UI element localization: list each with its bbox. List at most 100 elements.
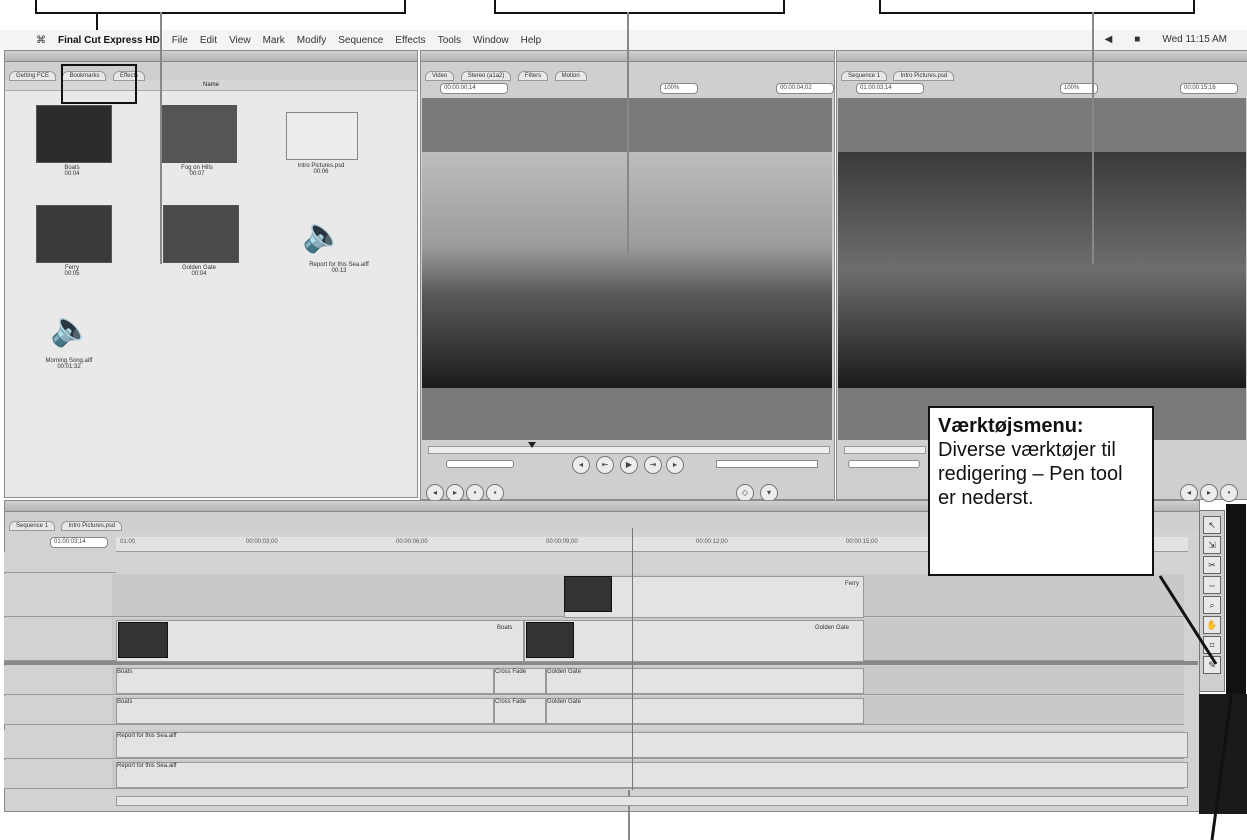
track-header-a4[interactable] xyxy=(4,760,116,789)
tool-palette-annotation: Værktøjsmenu: Diverse værktøjer til redi… xyxy=(928,406,1154,576)
selection-tool-icon[interactable]: ↖ xyxy=(1203,516,1221,534)
ruler-tick-2: 00:00:06;00 xyxy=(396,539,428,545)
display-icon[interactable]: ■ xyxy=(1134,34,1140,45)
annotation-title: Værktøjsmenu: xyxy=(938,415,1084,437)
canvas-mark-out-button[interactable]: ▸ xyxy=(1200,484,1218,502)
menu-item-effects[interactable]: Effects xyxy=(395,35,425,46)
speaker-icon[interactable]: ◀ xyxy=(1105,34,1113,45)
menu-item-view[interactable]: View xyxy=(229,35,251,46)
timeline-audio-report-a4[interactable]: Report for this Sea.aiff xyxy=(116,762,1188,788)
timeline-audio-report-a3[interactable]: Report for this Sea.aiff xyxy=(116,732,1188,758)
timeline-audio-golden-gate-a2[interactable]: Golden Gate xyxy=(546,698,864,724)
clip-thumbnail-intro-pictures[interactable] xyxy=(286,112,358,160)
track-header-v3[interactable] xyxy=(4,552,116,573)
annotation-arrows xyxy=(1158,575,1246,840)
menu-item-mark[interactable]: Mark xyxy=(263,35,285,46)
menu-item-modify[interactable]: Modify xyxy=(297,35,326,46)
tab-filters[interactable]: Filters xyxy=(517,71,549,81)
menu-item-file[interactable]: File xyxy=(172,35,188,46)
tab-intro-pictures[interactable]: Intro Pictures.psd xyxy=(893,71,955,81)
viewer-jog-control[interactable] xyxy=(716,460,818,468)
viewer-next-edit-button[interactable]: ▸ xyxy=(666,456,684,474)
clip-label-boats[interactable]: Boats 00:04 xyxy=(27,165,117,177)
track-header-a3[interactable] xyxy=(4,730,116,759)
clip-label-ferry[interactable]: Ferry 00:05 xyxy=(27,265,117,277)
viewer-play-in-out-button[interactable]: ⇤ xyxy=(596,456,614,474)
callout-line-browser-gray xyxy=(160,12,162,264)
canvas-duration-field[interactable]: 01:00:03;14 xyxy=(856,83,924,94)
tab-sequence-1[interactable]: Sequence 1 xyxy=(841,71,888,81)
tab-browser-project[interactable]: Getting FCE xyxy=(9,71,57,81)
timeline-audio-crossfade-a2[interactable]: Cross Fade xyxy=(494,698,546,724)
timeline-clip-boats[interactable]: Boats xyxy=(116,620,524,662)
menu-item-tools[interactable]: Tools xyxy=(438,35,461,46)
clip-thumbnail-fog[interactable] xyxy=(161,105,237,163)
canvas-timecode-field[interactable]: 00:00:15;16 xyxy=(1180,83,1238,94)
timeline-clip-boats-thumb xyxy=(118,622,168,658)
ruler-tick-3: 00:00:09;00 xyxy=(546,539,578,545)
viewer-prev-edit-button[interactable]: ◂ xyxy=(572,456,590,474)
timeline-audio-golden-gate-a1[interactable]: Golden Gate xyxy=(546,668,864,694)
track-header-v2[interactable] xyxy=(4,574,116,617)
clip-thumbnail-golden-gate[interactable] xyxy=(163,205,239,263)
menu-item-edit[interactable]: Edit xyxy=(200,35,217,46)
menu-item-help[interactable]: Help xyxy=(521,35,542,46)
annotation-body: Diverse værktøjer til redigering – Pen t… xyxy=(938,439,1123,509)
timeline-timecode-field[interactable]: 01:00:03;14 xyxy=(50,537,108,548)
timeline-playhead[interactable] xyxy=(632,528,633,790)
tab-timeline-intro-pictures[interactable]: Intro Pictures.psd xyxy=(61,521,123,531)
clip-label-intro-pictures[interactable]: Intro Pictures.psd 00:06 xyxy=(276,163,366,175)
menu-item-sequence[interactable]: Sequence xyxy=(338,35,383,46)
canvas-gray-band-top xyxy=(838,98,1246,152)
tab-timeline-sequence-1[interactable]: Sequence 1 xyxy=(9,521,56,531)
viewer-scrubber-bar[interactable] xyxy=(428,446,830,454)
menu-bar: ⌘ Final Cut Express HD File Edit View Ma… xyxy=(0,30,1247,50)
ruler-tick-1: 00:00:03;00 xyxy=(246,539,278,545)
timeline-audio-boats-a1[interactable]: Boats xyxy=(116,668,494,694)
audio-file-icon-morning[interactable]: 🔈 xyxy=(50,312,92,346)
audio-file-icon[interactable]: 🔈 xyxy=(302,218,344,252)
timeline-audio-crossfade-a1[interactable]: Cross Fade xyxy=(494,668,546,694)
canvas-shuttle-slider[interactable] xyxy=(848,460,920,468)
track-header-a2[interactable] xyxy=(4,696,116,725)
viewer-shuttle-slider[interactable] xyxy=(446,460,514,468)
clip-thumbnail-boats[interactable] xyxy=(36,105,112,163)
canvas-scrubber-bar[interactable] xyxy=(844,446,926,454)
clip-label-fog[interactable]: Fog on Hills 00:07 xyxy=(152,165,242,177)
pointer-line-pen-tool xyxy=(1158,575,1218,665)
timeline-clip-golden-gate-thumb xyxy=(526,622,574,658)
viewer-timecode-field[interactable]: 00:00:04;02 xyxy=(776,83,834,94)
tab-video[interactable]: Video xyxy=(425,71,455,81)
apple-menu-icon[interactable]: ⌘ xyxy=(36,35,46,46)
tab-stereo[interactable]: Stereo (a1a2) xyxy=(460,71,512,81)
track-header-a1[interactable] xyxy=(4,666,116,695)
callout-box-canvas xyxy=(879,0,1195,14)
viewer-gray-band-bottom xyxy=(422,388,832,440)
viewer-zoom-popup[interactable]: 100% xyxy=(660,83,698,94)
bookmarks-highlight-box xyxy=(61,64,137,104)
tab-motion[interactable]: Motion xyxy=(554,71,587,81)
clip-label-report[interactable]: Report for this Sea.aiff 00:13 xyxy=(287,262,391,274)
timeline-clip-golden-gate[interactable]: Golden Gate xyxy=(524,620,864,662)
clip-name-boats: Boats xyxy=(497,625,513,631)
canvas-add-marker-button[interactable]: • xyxy=(1220,484,1238,502)
track-header-v1[interactable] xyxy=(4,618,116,661)
viewer-play-button[interactable]: ▶ xyxy=(620,456,638,474)
viewer-playhead-marker[interactable] xyxy=(528,442,536,448)
clip-label-golden-gate[interactable]: Golden Gate 00:04 xyxy=(154,265,244,277)
clip-name-ferry: Ferry xyxy=(845,581,859,587)
timeline-audio-boats-a2[interactable]: Boats xyxy=(116,698,494,724)
timeline-scrollbar[interactable] xyxy=(116,796,1188,806)
viewer-play-around-button[interactable]: ⇥ xyxy=(644,456,662,474)
callout-line-canvas xyxy=(1092,12,1094,264)
app-menu[interactable]: Final Cut Express HD xyxy=(58,35,160,46)
callout-line-viewer xyxy=(627,12,629,254)
browser-titlebar xyxy=(5,51,417,62)
clip-thumbnail-ferry[interactable] xyxy=(36,205,112,263)
menu-item-window[interactable]: Window xyxy=(473,35,509,46)
clip-name-golden-gate: Golden Gate xyxy=(815,625,850,631)
viewer-duration-field[interactable]: 00:00:00;14 xyxy=(440,83,508,94)
ruler-tick-0: 01:00 xyxy=(120,539,136,545)
edit-selection-tool-icon[interactable]: ⇲ xyxy=(1203,536,1221,554)
clip-label-morning-song[interactable]: Morning Song.aiff 00:01:32 xyxy=(24,358,114,370)
